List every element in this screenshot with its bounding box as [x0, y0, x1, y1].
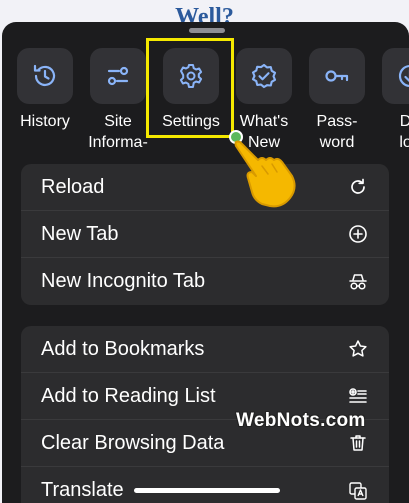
- pointing-hand-icon: [229, 130, 296, 208]
- menu-group-tabs: Reload New Tab New Incognito Tab: [21, 164, 389, 305]
- translate-item[interactable]: Translate: [21, 467, 389, 503]
- new-incognito-tab-label: New Incognito Tab: [41, 270, 206, 292]
- badge-check-icon: [251, 63, 277, 89]
- site-information-action[interactable]: Site Informa-: [84, 48, 152, 153]
- incognito-icon: [349, 273, 367, 290]
- history-action[interactable]: History: [11, 48, 79, 153]
- home-indicator: [134, 488, 280, 493]
- star-icon: [349, 340, 367, 357]
- plus-circle-icon: [349, 225, 367, 243]
- new-incognito-tab-item[interactable]: New Incognito Tab: [21, 258, 389, 305]
- history-label: History: [20, 113, 70, 130]
- translate-icon: [349, 481, 367, 500]
- reload-icon: [351, 178, 365, 194]
- trash-icon: [350, 435, 366, 451]
- new-tab-label: New Tab: [41, 222, 119, 245]
- password-action[interactable]: Pass- word: [303, 48, 371, 153]
- key-icon: [325, 70, 349, 82]
- add-to-bookmarks-item[interactable]: Add to Bookmarks: [21, 326, 389, 373]
- password-label: Pass- word: [316, 113, 358, 151]
- reading-list-icon: [349, 388, 367, 403]
- settings-highlight-box: [146, 38, 234, 138]
- downloads-action[interactable]: Do loa: [376, 48, 409, 153]
- reload-label: Reload: [41, 175, 105, 198]
- watermark: WebNots.com: [236, 410, 366, 431]
- add-to-reading-list-label: Add to Reading List: [41, 384, 216, 407]
- reload-item[interactable]: Reload: [21, 164, 389, 211]
- translate-label: Translate: [41, 479, 124, 501]
- site-information-label: Site Informa-: [88, 113, 148, 151]
- download-icon: [398, 64, 409, 88]
- downloads-label: Do loa: [399, 113, 409, 151]
- add-to-bookmarks-label: Add to Bookmarks: [41, 337, 205, 360]
- sheet-grabber[interactable]: [189, 28, 225, 33]
- history-icon: [33, 64, 56, 86]
- new-tab-item[interactable]: New Tab: [21, 211, 389, 258]
- site-info-icon: [107, 66, 129, 86]
- clear-browsing-data-label: Clear Browsing Data: [41, 431, 225, 454]
